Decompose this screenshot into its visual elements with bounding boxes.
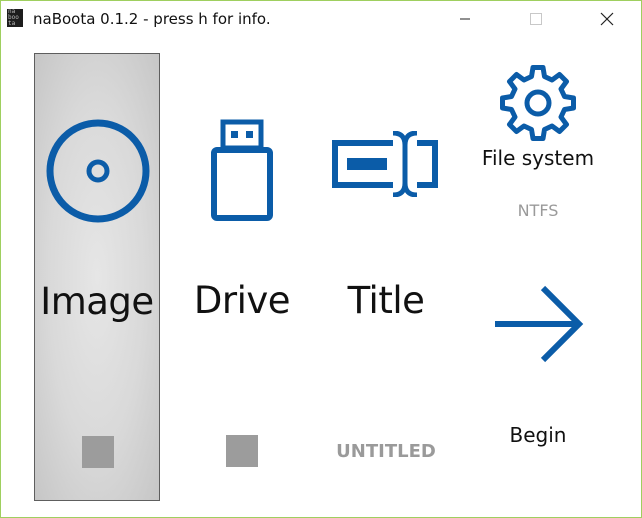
disc-icon (43, 116, 153, 230)
window-title: naBoota 0.1.2 - press h for info. (33, 10, 271, 28)
file-system-label: File system (481, 146, 595, 170)
maximize-icon (530, 13, 542, 25)
app-icon: na boo ta (7, 9, 23, 27)
file-system-panel[interactable]: File system NTFS (467, 53, 609, 223)
file-system-value: NTFS (517, 201, 559, 220)
image-label: Image (40, 280, 154, 323)
image-panel[interactable]: Image (34, 53, 160, 501)
close-icon (600, 12, 614, 26)
maximize-button[interactable] (513, 1, 559, 37)
title-value: UNTITLED (336, 441, 436, 462)
usb-drive-icon (211, 119, 273, 227)
app-icon-text-3: ta (8, 20, 16, 27)
begin-label: Begin (509, 423, 567, 447)
close-button[interactable] (584, 1, 630, 37)
title-panel[interactable]: Title UNTITLED (323, 53, 449, 501)
arrow-right-icon (493, 285, 585, 367)
app-window: na boo ta naBoota 0.1.2 - press h for in… (0, 0, 642, 518)
drive-label: Drive (193, 279, 291, 322)
title-bar[interactable]: na boo ta naBoota 0.1.2 - press h for in… (1, 1, 641, 37)
image-status-square (82, 436, 114, 468)
begin-button[interactable]: Begin (467, 271, 609, 461)
text-cursor-field-icon (331, 130, 441, 201)
minimize-button[interactable] (442, 1, 488, 37)
gear-icon (500, 65, 576, 145)
drive-panel[interactable]: Drive (179, 53, 305, 501)
title-label: Title (347, 279, 425, 322)
drive-status-square (226, 435, 258, 467)
minimize-icon (460, 18, 470, 20)
